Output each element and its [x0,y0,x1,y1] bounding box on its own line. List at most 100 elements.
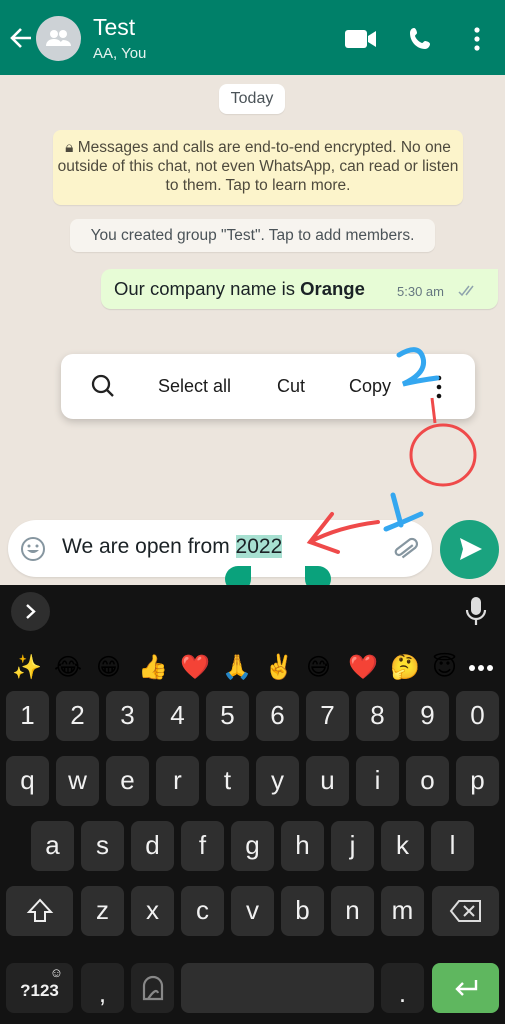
emoji-hint-icon: ☺ [49,965,63,980]
emoji-suggestion-row: ✨ 😂 😁 👍 ❤️ 🙏 ✌️ 😅 ❤️ 🤔 😇 [0,647,505,687]
shift-key[interactable] [6,886,73,936]
message-text: Our company name is Orange [114,278,365,300]
key-1[interactable]: 1 [6,691,49,741]
more-options-icon[interactable] [460,24,494,54]
date-chip: Today [219,84,285,114]
emoji-icon[interactable] [20,536,46,562]
chevron-right-icon [26,604,36,619]
select-all-button[interactable]: Select all [158,354,231,419]
emoji-suggestion[interactable]: ✌️ [264,647,294,687]
app: Test AA, You Today 🔒︎ Messages and calls… [0,0,505,1024]
send-button[interactable] [440,520,499,579]
emoji-suggestion[interactable]: 👍 [138,647,168,687]
key-h[interactable]: h [281,821,324,871]
message-input[interactable]: We are open from 2022 [8,520,432,577]
backspace-key[interactable] [432,886,499,936]
key-a[interactable]: a [31,821,74,871]
attach-icon[interactable] [392,534,420,564]
backspace-icon [449,900,481,922]
input-text-selected: 2022 [235,535,283,558]
key-m[interactable]: m [381,886,424,936]
group-icon [46,30,71,46]
message-input-text[interactable]: We are open from 2022 [62,535,283,559]
key-4[interactable]: 4 [156,691,199,741]
key-t[interactable]: t [206,756,249,806]
send-icon [460,538,482,560]
key-o[interactable]: o [406,756,449,806]
key-i[interactable]: i [356,756,399,806]
chat-subtitle[interactable]: AA, You [93,45,146,62]
key-3[interactable]: 3 [106,691,149,741]
emoji-suggestion[interactable]: 😇 [432,647,457,687]
keyboard: ✨ 😂 😁 👍 ❤️ 🙏 ✌️ 😅 ❤️ 🤔 😇 1234567890 qwertyuiop asdfg… [0,585,505,1024]
swiftkey-icon [142,975,163,1001]
cut-button[interactable]: Cut [277,354,305,419]
key-k[interactable]: k [381,821,424,871]
key-v[interactable]: v [231,886,274,936]
key-7[interactable]: 7 [306,691,349,741]
input-text-unselected: We are open from [62,535,236,558]
voice-call-icon[interactable] [406,24,440,54]
group-created-notice[interactable]: You created group "Test". Tap to add mem… [70,219,435,252]
emoji-suggestion[interactable]: 🤔 [390,647,420,687]
clipboard-key[interactable] [131,963,174,1013]
key-c[interactable]: c [181,886,224,936]
key-5[interactable]: 5 [206,691,249,741]
space-key[interactable] [181,963,374,1013]
enter-key[interactable] [432,963,499,1013]
key-y[interactable]: y [256,756,299,806]
key-8[interactable]: 8 [356,691,399,741]
key-6[interactable]: 6 [256,691,299,741]
key-f[interactable]: f [181,821,224,871]
lock-icon: 🔒︎ [65,139,78,156]
key-b[interactable]: b [281,886,324,936]
emoji-suggestion[interactable]: ❤️ [180,647,210,687]
video-call-icon[interactable] [344,24,378,54]
message-time: 5:30 am [397,284,444,299]
emoji-suggestion[interactable]: ❤️ [348,647,378,687]
microphone-icon[interactable] [464,595,488,627]
key-e[interactable]: e [106,756,149,806]
keyboard-toolbar-expand-button[interactable] [11,592,50,631]
read-ticks-icon [458,285,474,297]
text-selection-toolbar: Select all Cut Copy [61,354,475,419]
emoji-suggestion[interactable]: 😅 [306,647,331,687]
enter-icon [454,980,477,996]
outgoing-message[interactable]: Our company name is Orange 5:30 am [101,269,498,309]
emoji-suggestion[interactable]: ✨ [12,647,42,687]
more-vert-icon[interactable] [429,372,449,402]
copy-button[interactable]: Copy [349,354,391,419]
key-0[interactable]: 0 [456,691,499,741]
comma-key[interactable]: , [81,963,124,1013]
chat-area: Today 🔒︎ Messages and calls are end-to-e… [0,75,505,585]
emoji-suggestion[interactable]: 🙏 [222,647,252,687]
key-r[interactable]: r [156,756,199,806]
key-u[interactable]: u [306,756,349,806]
key-w[interactable]: w [56,756,99,806]
message-text-bold: Orange [300,278,365,299]
chat-header: Test AA, You [0,0,505,75]
group-avatar[interactable] [36,16,81,61]
more-emoji-icon[interactable] [468,664,494,672]
key-q[interactable]: q [6,756,49,806]
key-l[interactable]: l [431,821,474,871]
key-j[interactable]: j [331,821,374,871]
emoji-suggestion[interactable]: 😁 [96,647,121,687]
emoji-suggestion[interactable]: 😂 [54,647,82,687]
key-s[interactable]: s [81,821,124,871]
chat-title[interactable]: Test [93,14,135,41]
encryption-notice[interactable]: 🔒︎ Messages and calls are end-to-end enc… [53,130,463,205]
key-p[interactable]: p [456,756,499,806]
period-key[interactable]: . [381,963,424,1013]
key-2[interactable]: 2 [56,691,99,741]
key-x[interactable]: x [131,886,174,936]
search-icon[interactable] [89,372,117,400]
key-9[interactable]: 9 [406,691,449,741]
key-d[interactable]: d [131,821,174,871]
key-g[interactable]: g [231,821,274,871]
key-z[interactable]: z [81,886,124,936]
symbols-key[interactable]: ?123 ☺ [6,963,73,1013]
key-n[interactable]: n [331,886,374,936]
back-arrow-icon[interactable] [8,24,34,52]
shift-icon [26,898,53,922]
